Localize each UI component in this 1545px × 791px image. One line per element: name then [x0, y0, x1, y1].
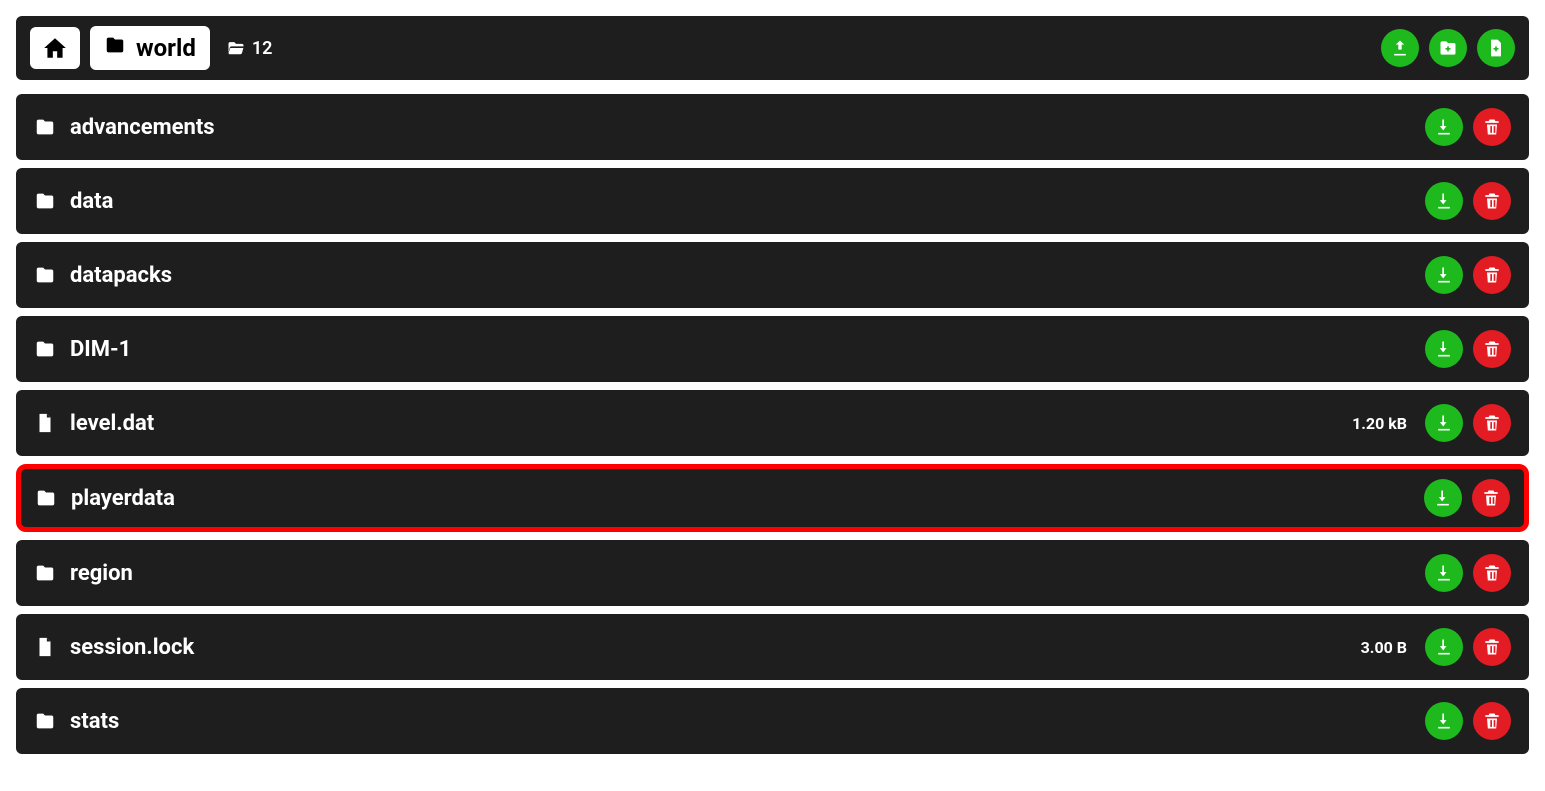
row-actions — [1425, 330, 1511, 368]
trash-icon — [1482, 339, 1502, 359]
folder-icon — [34, 264, 56, 286]
download-icon — [1434, 413, 1454, 433]
file-name[interactable]: data — [70, 189, 113, 214]
folder-icon — [34, 116, 56, 138]
delete-button[interactable] — [1472, 479, 1510, 517]
folder-icon — [34, 190, 56, 212]
file-name[interactable]: region — [70, 561, 133, 586]
file-row[interactable]: DIM-1 — [16, 316, 1529, 382]
breadcrumb-home[interactable] — [30, 27, 80, 69]
file-icon — [34, 412, 56, 434]
trash-icon — [1482, 413, 1502, 433]
download-button[interactable] — [1425, 182, 1463, 220]
delete-button[interactable] — [1473, 330, 1511, 368]
row-actions — [1424, 479, 1510, 517]
download-button[interactable] — [1425, 330, 1463, 368]
delete-button[interactable] — [1473, 108, 1511, 146]
download-icon — [1433, 488, 1453, 508]
download-button[interactable] — [1425, 256, 1463, 294]
folder-icon — [34, 562, 56, 584]
file-row[interactable]: playerdata — [16, 464, 1529, 532]
delete-button[interactable] — [1473, 554, 1511, 592]
file-name[interactable]: level.dat — [70, 411, 154, 436]
row-actions — [1425, 256, 1511, 294]
file-name[interactable]: playerdata — [71, 486, 175, 511]
item-count-value: 12 — [252, 38, 273, 59]
breadcrumb-current[interactable]: world — [90, 26, 210, 70]
download-button[interactable] — [1425, 628, 1463, 666]
file-name[interactable]: DIM-1 — [70, 337, 131, 362]
folder-icon — [34, 710, 56, 732]
file-name[interactable]: session.lock — [70, 635, 194, 660]
download-icon — [1434, 265, 1454, 285]
breadcrumb-bar: world 12 — [16, 16, 1529, 80]
home-icon — [42, 35, 68, 61]
trash-icon — [1482, 191, 1502, 211]
download-icon — [1434, 191, 1454, 211]
row-actions — [1425, 108, 1511, 146]
delete-button[interactable] — [1473, 628, 1511, 666]
new-file-button[interactable] — [1477, 29, 1515, 67]
file-row[interactable]: session.lock 3.00 B — [16, 614, 1529, 680]
file-row[interactable]: datapacks — [16, 242, 1529, 308]
folder-icon — [34, 338, 56, 360]
delete-button[interactable] — [1473, 404, 1511, 442]
delete-button[interactable] — [1473, 702, 1511, 740]
folder-icon — [35, 487, 57, 509]
file-row[interactable]: data — [16, 168, 1529, 234]
upload-button[interactable] — [1381, 29, 1419, 67]
upload-icon — [1390, 38, 1410, 58]
trash-icon — [1481, 488, 1501, 508]
file-icon — [34, 636, 56, 658]
new-folder-button[interactable] — [1429, 29, 1467, 67]
row-actions — [1425, 702, 1511, 740]
download-button[interactable] — [1425, 108, 1463, 146]
file-row[interactable]: advancements — [16, 94, 1529, 160]
trash-icon — [1482, 265, 1502, 285]
file-plus-icon — [1486, 38, 1506, 58]
row-actions — [1425, 628, 1511, 666]
folder-plus-icon — [1438, 38, 1458, 58]
download-button[interactable] — [1425, 702, 1463, 740]
file-name[interactable]: datapacks — [70, 263, 172, 288]
file-size: 1.20 kB — [1352, 414, 1407, 433]
download-icon — [1434, 563, 1454, 583]
download-icon — [1434, 339, 1454, 359]
file-row[interactable]: level.dat 1.20 kB — [16, 390, 1529, 456]
row-actions — [1425, 554, 1511, 592]
delete-button[interactable] — [1473, 256, 1511, 294]
row-actions — [1425, 182, 1511, 220]
download-icon — [1434, 117, 1454, 137]
trash-icon — [1482, 637, 1502, 657]
delete-button[interactable] — [1473, 182, 1511, 220]
folder-icon — [104, 34, 126, 62]
file-size: 3.00 B — [1361, 638, 1407, 657]
file-row[interactable]: region — [16, 540, 1529, 606]
file-name[interactable]: stats — [70, 709, 119, 734]
row-actions — [1425, 404, 1511, 442]
folder-open-icon — [226, 38, 246, 58]
file-name[interactable]: advancements — [70, 115, 215, 140]
download-button[interactable] — [1425, 404, 1463, 442]
item-count: 12 — [226, 38, 273, 59]
trash-icon — [1482, 563, 1502, 583]
download-button[interactable] — [1425, 554, 1463, 592]
trash-icon — [1482, 711, 1502, 731]
trash-icon — [1482, 117, 1502, 137]
breadcrumb-label: world — [136, 34, 196, 62]
file-list: advancements data datapacks DIM-1 level.dat 1… — [16, 94, 1529, 754]
download-icon — [1434, 711, 1454, 731]
download-icon — [1434, 637, 1454, 657]
download-button[interactable] — [1424, 479, 1462, 517]
file-row[interactable]: stats — [16, 688, 1529, 754]
